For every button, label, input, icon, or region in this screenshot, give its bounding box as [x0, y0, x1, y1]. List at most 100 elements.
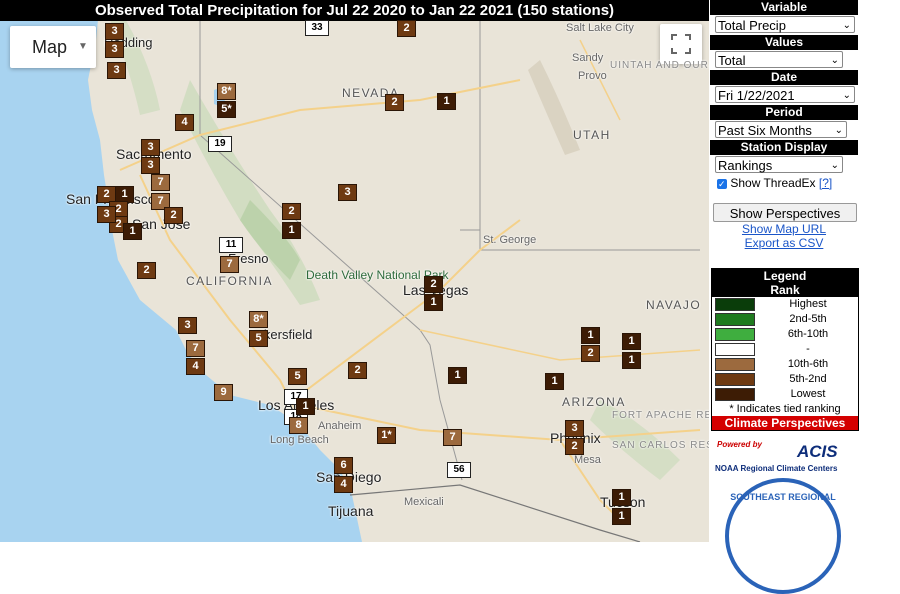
period-select[interactable]: Past Six Months ⌄ — [715, 121, 847, 138]
station-marker[interactable]: 5 — [249, 330, 268, 347]
southeast-regional-logo[interactable]: SOUTHEAST REGIONAL — [725, 478, 841, 594]
place-label: Mexicali — [404, 496, 444, 508]
date-select[interactable]: Fri 1/22/2021 ⌄ — [715, 86, 855, 103]
station-marker[interactable]: 1 — [622, 352, 641, 369]
legend-label: 10th-6th — [787, 358, 829, 370]
station-marker[interactable]: 1 — [622, 333, 641, 350]
climate-perspectives-link[interactable]: Climate Perspectives — [712, 416, 858, 430]
station-marker[interactable]: 5 — [288, 368, 307, 385]
legend-row: 2nd-5th — [712, 312, 858, 327]
station-marker[interactable]: 3 — [141, 139, 160, 156]
station-marker[interactable]: 7 — [443, 429, 462, 446]
station-marker[interactable]: 1 — [282, 222, 301, 239]
station-marker[interactable]: 7 — [151, 174, 170, 191]
station-marker[interactable]: 1 — [581, 327, 600, 344]
station-marker[interactable]: 9 — [214, 384, 233, 401]
legend-row: 5th-2nd — [712, 372, 858, 387]
station-display-value: Rankings — [718, 158, 773, 173]
station-marker[interactable]: 1 — [545, 373, 564, 390]
legend-swatch — [715, 343, 755, 356]
show-threadex-label: Show ThreadEx — [730, 176, 816, 190]
chevron-down-icon: ⌄ — [842, 90, 851, 101]
southeast-regional-text: SOUTHEAST REGIONAL — [730, 492, 836, 502]
station-marker[interactable]: 1 — [424, 294, 443, 311]
fullscreen-icon — [671, 34, 691, 54]
fullscreen-button[interactable] — [660, 24, 702, 64]
station-marker[interactable]: 2 — [565, 438, 584, 455]
rcc-text: NOAA Regional Climate Centers — [715, 464, 838, 473]
acis-logo[interactable]: Powered by ACIS NOAA Regional Climate Ce… — [713, 440, 857, 478]
threadex-help-link[interactable]: [?] — [819, 176, 832, 190]
station-marker[interactable]: 3 — [178, 317, 197, 334]
values-select[interactable]: Total ⌄ — [715, 51, 843, 68]
station-marker[interactable]: 2 — [137, 262, 156, 279]
place-label: SAN CARLOS RESERVATION — [612, 440, 709, 451]
station-marker[interactable]: 1 — [612, 489, 631, 506]
station-display-select[interactable]: Rankings ⌄ — [715, 156, 843, 173]
state-label-utah: UTAH — [573, 128, 611, 142]
station-marker[interactable]: 5* — [217, 101, 236, 118]
station-marker[interactable]: 2 — [424, 276, 443, 293]
station-marker[interactable]: 4 — [175, 114, 194, 131]
caret-down-icon: ▼ — [78, 41, 88, 52]
place-label: UINTAH AND OURAY RESERVATION — [610, 60, 709, 71]
place-label: Death Valley National Park — [306, 268, 449, 282]
values-value: Total — [718, 53, 746, 68]
station-marker[interactable]: 7 — [220, 256, 239, 273]
station-marker[interactable]: 4 — [186, 358, 205, 375]
station-marker[interactable]: 1 — [448, 367, 467, 384]
period-header: Period — [710, 105, 858, 120]
legend-label: 2nd-5th — [789, 313, 827, 325]
station-marker[interactable]: 2 — [397, 20, 416, 37]
chevron-down-icon: ⌄ — [830, 160, 839, 171]
map-type-label: Map — [32, 37, 68, 57]
tied-ranking-note: * Indicates tied ranking — [729, 403, 841, 415]
station-marker[interactable]: 2 — [385, 94, 404, 111]
export-csv-link[interactable]: Export as CSV — [709, 236, 859, 250]
station-marker[interactable]: 2 — [581, 345, 600, 362]
legend-row: 10th-6th — [712, 357, 858, 372]
station-marker[interactable]: 3 — [105, 41, 124, 58]
station-marker[interactable]: 1 — [123, 223, 142, 240]
place-label: St. George — [483, 234, 537, 246]
legend-title: Legend — [712, 269, 858, 283]
control-panel: Variable Total Precip ⌄ Values Total ⌄ Dat… — [709, 0, 900, 594]
legend-label: 5th-2nd — [789, 373, 827, 385]
station-marker[interactable]: 3 — [97, 206, 116, 223]
station-marker[interactable]: 3 — [338, 184, 357, 201]
station-marker[interactable]: 1* — [377, 427, 396, 444]
station-marker[interactable]: 2 — [282, 203, 301, 220]
show-threadex-checkbox[interactable] — [717, 176, 727, 192]
station-marker[interactable]: 1 — [437, 93, 456, 110]
station-marker[interactable]: 8* — [217, 83, 236, 100]
station-marker[interactable]: 8 — [289, 417, 308, 434]
highway-shield: 19 — [208, 136, 232, 152]
show-perspectives-button[interactable]: Show Perspectives — [713, 203, 857, 222]
station-marker[interactable]: 6 — [334, 457, 353, 474]
station-marker[interactable]: 3 — [105, 23, 124, 40]
station-marker[interactable]: 2 — [348, 362, 367, 379]
legend-row: Lowest — [712, 387, 858, 402]
map-type-button[interactable]: Map ▼ — [10, 26, 96, 68]
station-marker[interactable]: 3 — [565, 420, 584, 437]
station-marker[interactable]: 1 — [612, 508, 631, 525]
state-label-california: CALIFORNIA — [186, 274, 274, 288]
highway-shield: 11 — [219, 237, 243, 253]
map-area[interactable]: Observed Total Precipitation for Jul 22 … — [0, 0, 709, 542]
legend-swatch — [715, 313, 755, 326]
station-marker[interactable]: 2 — [164, 207, 183, 224]
place-label: Mesa — [574, 454, 601, 466]
variable-select[interactable]: Total Precip ⌄ — [715, 16, 855, 33]
legend-row: Highest — [712, 297, 858, 312]
show-map-url-link[interactable]: Show Map URL — [709, 222, 859, 236]
station-marker[interactable]: 1 — [296, 398, 315, 415]
station-marker[interactable]: 7 — [186, 340, 205, 357]
values-header: Values — [710, 35, 858, 50]
station-marker[interactable]: 3 — [107, 62, 126, 79]
place-label: Salt Lake City — [566, 22, 634, 34]
station-marker[interactable]: 8* — [249, 311, 268, 328]
station-marker[interactable]: 4 — [334, 476, 353, 493]
station-display-header: Station Display — [710, 140, 858, 155]
station-marker[interactable]: 3 — [141, 157, 160, 174]
chevron-down-icon: ⌄ — [834, 125, 843, 136]
